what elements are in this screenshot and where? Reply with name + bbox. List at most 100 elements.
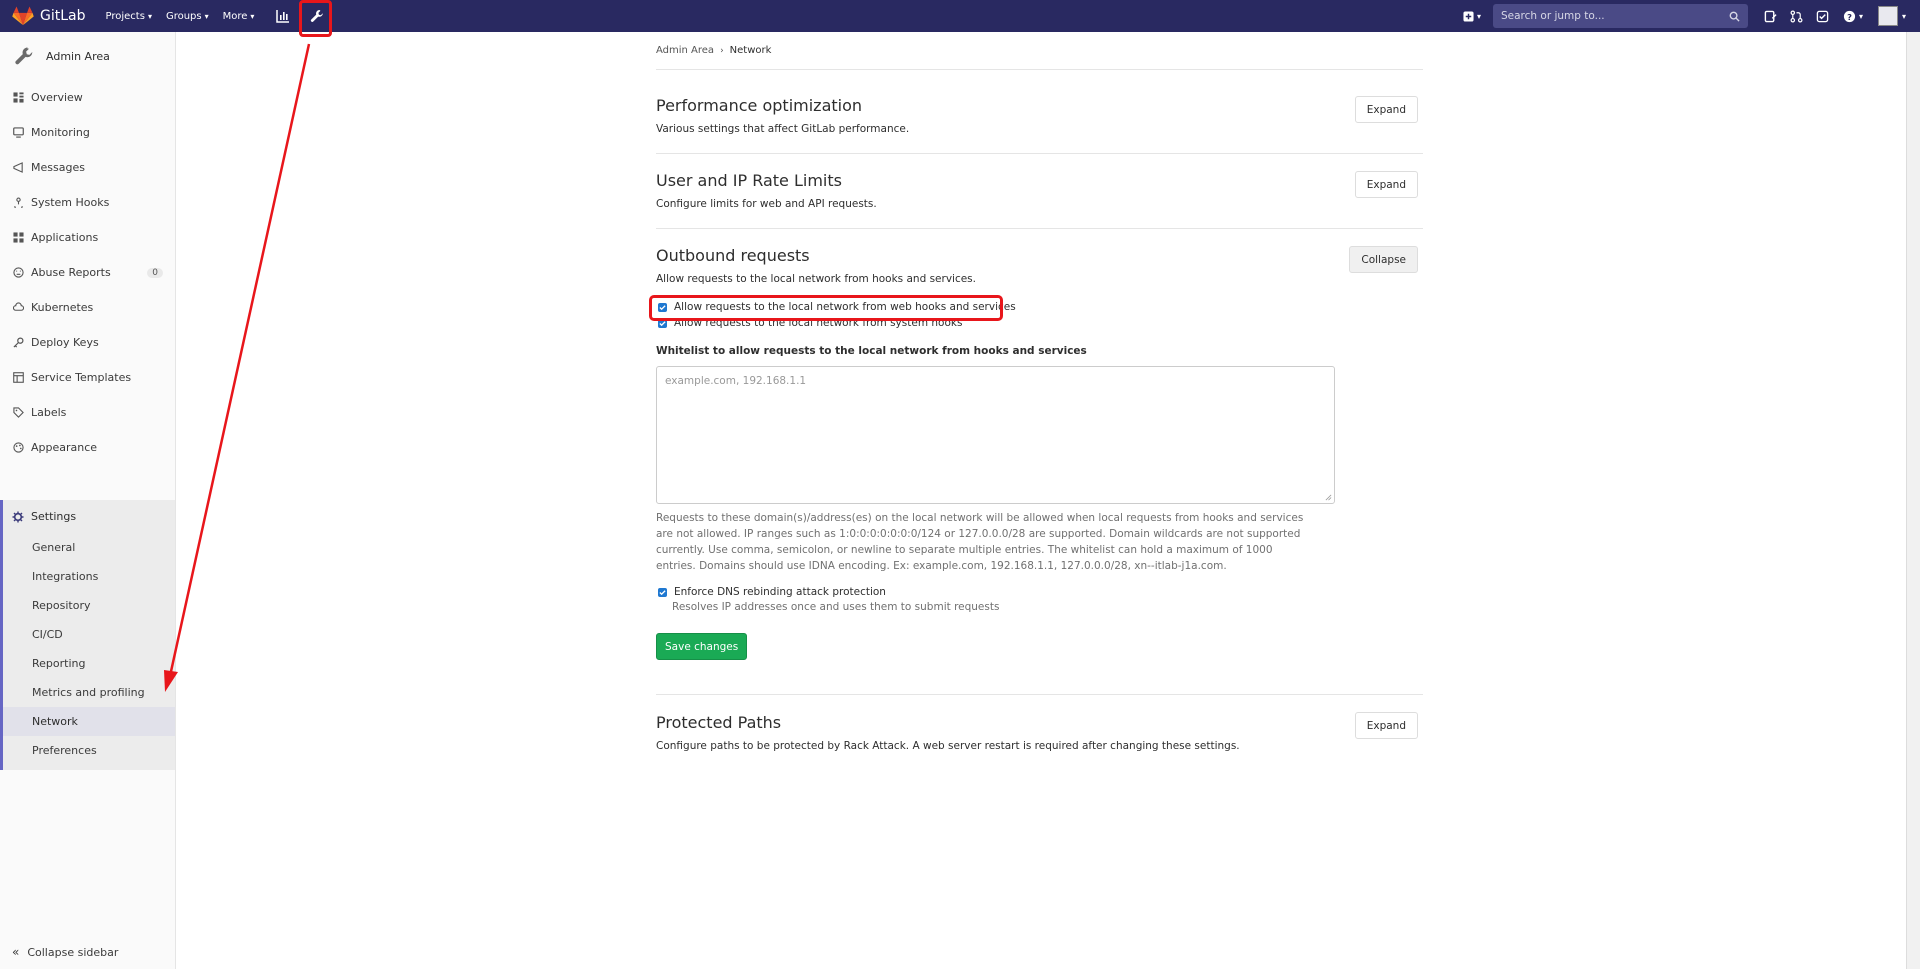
whitelist-textarea[interactable]: example.com, 192.168.1.1 <box>656 366 1335 504</box>
sidebar-item-kubernetes[interactable]: Kubernetes <box>0 290 175 325</box>
sidebar-item-label: Applications <box>31 231 99 244</box>
settings-subitem-general[interactable]: General <box>3 533 175 562</box>
sidebar-item-label: Deploy Keys <box>31 336 99 349</box>
settings-subitem-repository[interactable]: Repository <box>3 591 175 620</box>
count-badge: 0 <box>147 267 163 278</box>
sidebar-item-abuse-reports[interactable]: Abuse Reports 0 <box>0 255 175 290</box>
user-avatar[interactable] <box>1877 6 1898 26</box>
chevron-down-icon: ▾ <box>204 11 209 21</box>
section-title: Performance optimization <box>656 96 863 115</box>
merge-request-icon <box>1790 10 1803 22</box>
whitelist-label: Whitelist to allow requests to the local… <box>656 345 1087 357</box>
wrench-icon <box>15 47 33 65</box>
settings-subitem-reporting[interactable]: Reporting <box>3 649 175 678</box>
label-icon <box>12 407 24 419</box>
sidebar-item-labels[interactable]: Labels <box>0 395 175 430</box>
section-title: Outbound requests <box>656 246 810 265</box>
nav-groups-label: Groups <box>165 10 202 22</box>
breadcrumb: Admin Area › Network <box>656 32 1423 70</box>
settings-subitem-preferences[interactable]: Preferences <box>3 736 175 765</box>
dns-rebinding-checkbox[interactable] <box>658 587 667 597</box>
nav-more-label: More <box>222 10 248 22</box>
nav-projects[interactable]: Projects ▾ <box>106 11 152 22</box>
nav-more[interactable]: More ▾ <box>223 11 255 22</box>
section-description: Configure limits for web and API request… <box>656 198 877 210</box>
sidebar-item-label: Monitoring <box>31 126 90 139</box>
chevron-right-icon: › <box>720 45 724 56</box>
sidebar-item-deploy-keys[interactable]: Deploy Keys <box>0 325 175 360</box>
sidebar-item-system-hooks[interactable]: System Hooks <box>0 185 175 220</box>
whitelist-help-text: Requests to these domain(s)/address(es) … <box>656 512 1304 572</box>
dns-rebinding-label: Enforce DNS rebinding attack protection <box>674 586 886 598</box>
settings-subitem-network[interactable]: Network <box>3 707 175 736</box>
sidebar-item-messages[interactable]: Messages <box>0 150 175 185</box>
sidebar-item-label: Overview <box>31 91 83 104</box>
resize-handle-icon[interactable] <box>1325 494 1332 501</box>
sidebar-item-appearance[interactable]: Appearance <box>0 430 175 465</box>
chart-icon <box>276 10 290 23</box>
settings-subitem-metrics-and-profiling[interactable]: Metrics and profiling <box>3 678 175 707</box>
settings-label: Settings <box>31 510 77 523</box>
sidebar-item-monitoring[interactable]: Monitoring <box>0 115 175 150</box>
monitor-icon <box>12 127 24 139</box>
search-input[interactable]: Search or jump to... <box>1492 4 1748 28</box>
issues-button[interactable] <box>1758 4 1784 28</box>
sidebar-item-applications[interactable]: Applications <box>0 220 175 255</box>
expand-button[interactable]: Expand <box>1354 96 1418 123</box>
merge-requests-button[interactable] <box>1784 4 1810 28</box>
sidebar-item-label: Appearance <box>31 441 98 454</box>
help-question-icon: ? <box>1843 10 1856 22</box>
settings-subitem-integrations[interactable]: Integrations <box>3 562 175 591</box>
gitlab-tanuki-icon <box>12 6 34 26</box>
settings-subitem-ci-cd[interactable]: CI/CD <box>3 620 175 649</box>
gear-icon <box>12 511 24 522</box>
settings-group: Settings General Integrations Repository CI… <box>0 500 175 770</box>
sidebar-item-label: Service Templates <box>31 371 132 384</box>
gitlab-logo[interactable]: GitLab <box>12 0 86 32</box>
activity-chart-button[interactable] <box>272 5 294 27</box>
section-title: Protected Paths <box>656 713 782 732</box>
nav-groups[interactable]: Groups ▾ <box>166 11 209 22</box>
section-rate-limits: User and IP Rate Limits Configure limits… <box>656 154 1423 229</box>
collapse-sidebar-button[interactable]: « Collapse sidebar <box>12 945 118 959</box>
overview-icon <box>12 92 24 104</box>
sidebar-item-label: Kubernetes <box>31 301 94 314</box>
top-navbar: GitLab Projects ▾ Groups ▾ More ▾ ▾ Search … <box>0 0 1920 32</box>
save-changes-button[interactable]: Save changes <box>656 633 748 660</box>
new-item-dropdown[interactable]: ▾ <box>1463 10 1481 22</box>
section-description: Allow requests to the local network from… <box>656 273 976 285</box>
sidebar-title: Admin Area <box>46 49 110 63</box>
todos-button[interactable] <box>1810 4 1836 28</box>
chevron-down-icon: ▾ <box>1476 11 1481 21</box>
help-dropdown[interactable]: ? ▾ <box>1836 4 1870 28</box>
sidebar-item-overview[interactable]: Overview <box>0 80 175 115</box>
collapse-button[interactable]: Collapse <box>1349 246 1418 273</box>
sidebar-header[interactable]: Admin Area <box>0 32 175 80</box>
nav-projects-label: Projects <box>105 10 145 22</box>
expand-button[interactable]: Expand <box>1354 171 1418 198</box>
breadcrumb-admin-area[interactable]: Admin Area <box>656 45 714 56</box>
dns-rebinding-checkbox-row[interactable]: Enforce DNS rebinding attack protection <box>656 586 1423 598</box>
main-content: Admin Area › Network Performance optimiz… <box>649 32 1423 767</box>
expand-button[interactable]: Expand <box>1354 712 1418 739</box>
page-scrollbar[interactable] <box>1906 32 1920 969</box>
messages-icon <box>12 162 24 174</box>
sidebar-item-label: System Hooks <box>31 196 110 209</box>
collapse-sidebar-label: Collapse sidebar <box>27 945 119 959</box>
hook-icon <box>12 197 24 209</box>
appearance-icon <box>12 442 24 454</box>
key-icon <box>12 337 24 349</box>
search-icon <box>1729 11 1740 22</box>
sidebar-item-service-templates[interactable]: Service Templates <box>0 360 175 395</box>
applications-icon <box>12 232 24 244</box>
whitelist-placeholder: example.com, 192.168.1.1 <box>665 375 807 387</box>
chevron-down-icon: ▾ <box>1858 11 1863 21</box>
annotation-highlight-box <box>299 0 332 37</box>
plus-square-icon <box>1463 10 1474 22</box>
admin-sidebar: Admin Area Overview Monitoring Messages Sys… <box>0 32 176 969</box>
sidebar-item-settings[interactable]: Settings <box>3 500 175 533</box>
search-placeholder: Search or jump to... <box>1500 10 1605 22</box>
breadcrumb-current[interactable]: Network <box>730 45 772 56</box>
checkmark-icon <box>659 589 666 595</box>
issues-icon <box>1765 10 1778 22</box>
